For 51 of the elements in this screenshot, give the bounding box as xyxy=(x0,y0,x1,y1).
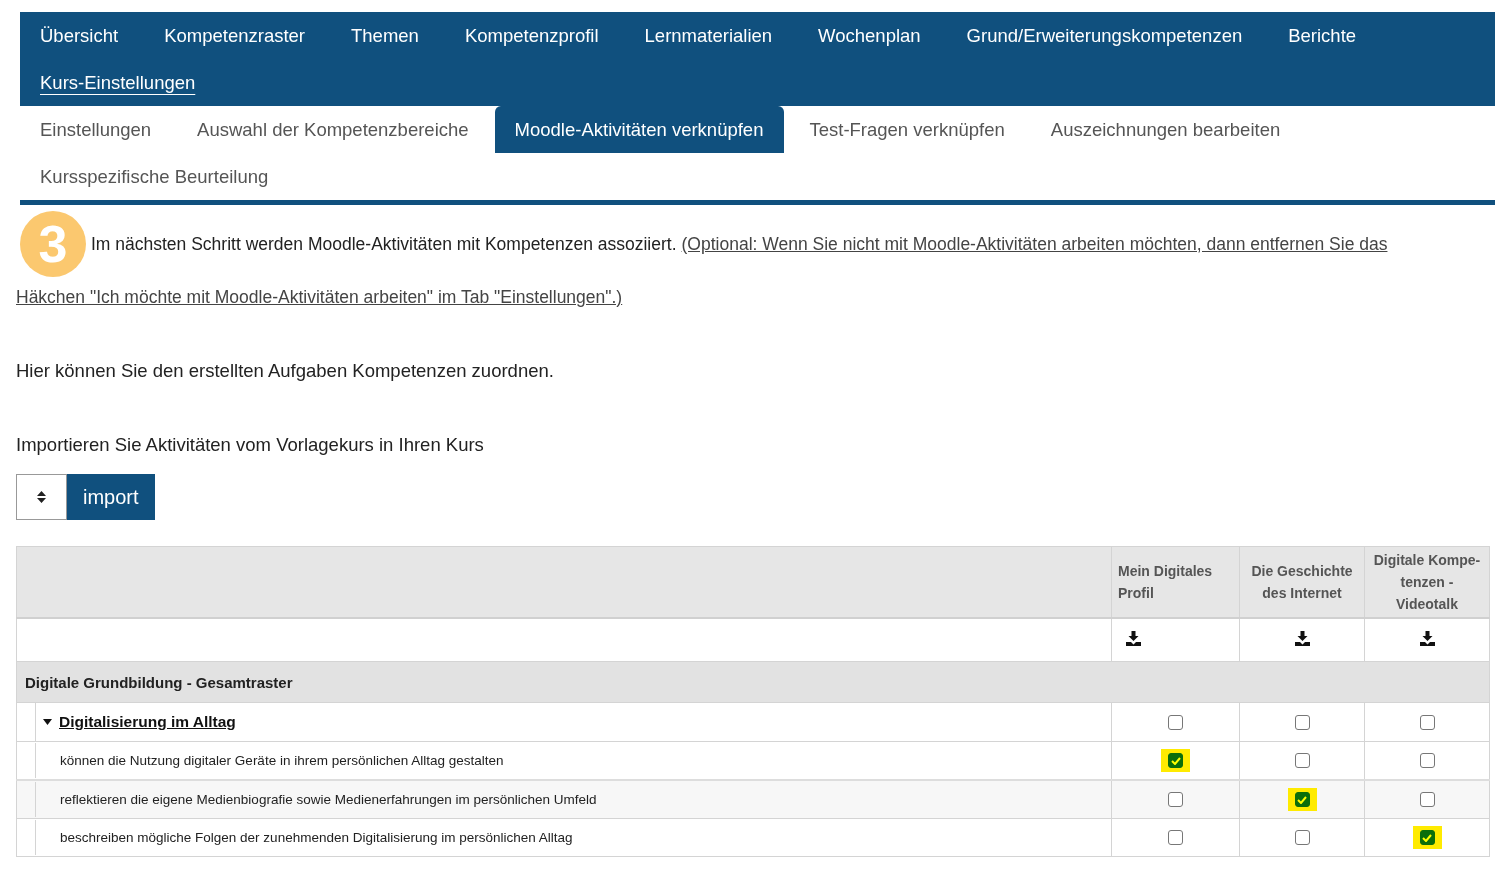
checkmark-icon xyxy=(1297,795,1307,804)
nav-link[interactable]: Themen xyxy=(351,12,419,59)
nav-link[interactable]: Kompetenzprofil xyxy=(464,12,599,59)
checkmark-icon xyxy=(1422,833,1432,842)
checkbox[interactable] xyxy=(1168,753,1183,768)
tab[interactable]: Auszeichnungen bearbeiten xyxy=(1030,106,1302,153)
nav-link[interactable]: Kompetenzraster xyxy=(164,12,305,59)
descriptor-text: können die Nutzung digitaler Geräte in ihrem persönlichen Alltag gestalten xyxy=(35,743,1111,778)
intro-text: Hier können Sie den erstellten Aufgaben Kompetenzen zuordnen. xyxy=(16,360,555,382)
nav-link[interactable]: Berichte xyxy=(1288,12,1357,59)
checkbox[interactable] xyxy=(1168,830,1183,845)
settings-link[interactable]: (Optional: Wenn Sie nicht mit Moodle-Aktivitäten arbeiten möchten, dann entfernen Sie das xyxy=(681,233,1388,255)
nav-link[interactable]: Grund/Erweiterungskompetenzen xyxy=(966,12,1243,59)
topic-link[interactable]: Digitalisierung im Alltag xyxy=(59,713,236,731)
tab[interactable]: Kursspezifische Beurteilung xyxy=(20,153,290,200)
nav-link[interactable]: Wochenplan xyxy=(818,12,921,59)
checkbox[interactable] xyxy=(1419,830,1435,845)
checkbox[interactable] xyxy=(1294,753,1310,768)
tab[interactable]: Test-Fragen verknüpfen xyxy=(789,106,1026,153)
nav-link[interactable]: Übersicht xyxy=(40,12,119,59)
nav-link[interactable]: Kurs-Einstellungen xyxy=(40,59,196,106)
checkbox[interactable] xyxy=(1294,715,1310,731)
download-icon[interactable] xyxy=(1294,631,1310,646)
checkbox[interactable] xyxy=(1294,830,1310,845)
download-icon[interactable] xyxy=(1419,631,1435,646)
column-header: Digitale Kompe-tenzen - Videotalk xyxy=(1364,546,1490,618)
course-select[interactable] xyxy=(16,474,67,520)
section-heading: Digitale Grundbildung - Gesamtraster xyxy=(16,661,1490,703)
tab[interactable]: Auswahl der Kompetenzbereiche xyxy=(177,106,490,153)
checkbox[interactable] xyxy=(1419,753,1435,768)
checkbox[interactable] xyxy=(1294,792,1310,807)
download-icon[interactable] xyxy=(1126,631,1141,646)
checkbox[interactable] xyxy=(1168,792,1183,807)
column-header: Mein Digitales Profil xyxy=(1111,546,1240,618)
checkbox[interactable] xyxy=(1419,715,1435,731)
step-number-badge: 3 xyxy=(20,211,86,277)
checkbox[interactable] xyxy=(1419,792,1435,807)
tab[interactable]: Moodle-Aktivitäten verknüpfen xyxy=(494,106,785,153)
caret-icon[interactable] xyxy=(43,719,52,725)
sort-arrows-icon xyxy=(37,491,46,503)
nav-link[interactable]: Lernmaterialien xyxy=(644,12,773,59)
import-hint: Importieren Sie Aktivitäten vom Vorlagekurs in Ihren Kurs xyxy=(16,434,485,456)
checkbox[interactable] xyxy=(1168,715,1183,731)
column-header: Die Geschichte des Internet xyxy=(1239,546,1365,618)
descriptor-text: beschreiben mögliche Folgen der zunehmenden Digitalisierung im persönlichen Alltag xyxy=(35,820,1111,855)
checkmark-icon xyxy=(1170,756,1181,765)
settings-link[interactable]: Häkchen "Ich möchte mit Moodle-Aktivitäten arbeiten" im Tab "Einstellungen".) xyxy=(16,287,623,307)
descriptor-text: reflektieren die eigene Medienbiografie sowie Medienerfahrungen im persönlichen Umfeld xyxy=(35,782,1111,817)
step-description: Im nächsten Schritt werden Moodle-Aktivitäten mit Kompetenzen assoziiert. xyxy=(91,233,677,255)
import-button[interactable]: import xyxy=(67,474,155,520)
tab[interactable]: Einstellungen xyxy=(20,106,173,153)
